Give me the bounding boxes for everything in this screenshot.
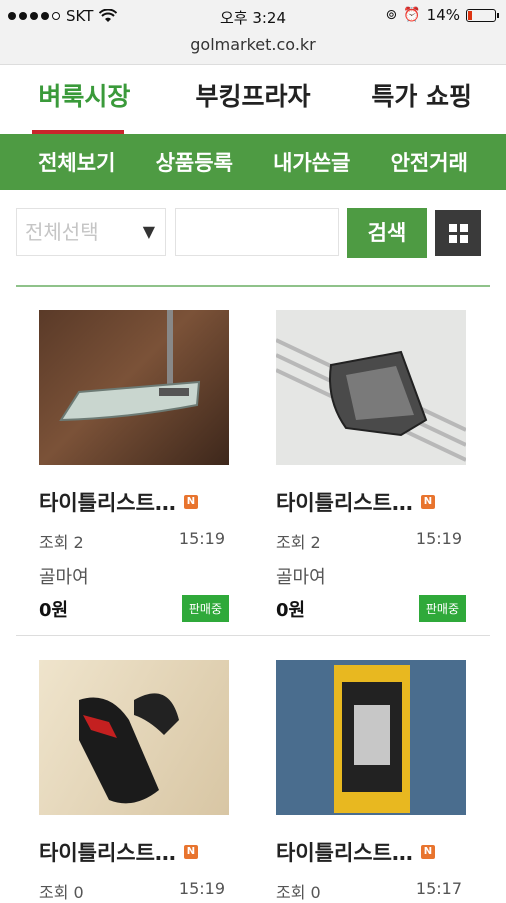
product-card[interactable]: 타이틀리스트… N 조회 0 15:17: [276, 660, 466, 903]
rotation-lock-icon: ⊚: [385, 7, 398, 23]
price: 0원: [39, 599, 69, 621]
new-badge: N: [183, 845, 198, 859]
url-bar[interactable]: golmarket.co.kr: [0, 34, 506, 65]
sub-navigation: 전체보기 상품등록 내가쓴글 안전거래: [0, 134, 506, 190]
product-image-driver-cover[interactable]: [39, 660, 229, 815]
post-time: 15:19: [178, 879, 225, 898]
view-count: 조회 2: [39, 533, 84, 552]
subnav-register-item[interactable]: 상품등록: [156, 147, 233, 177]
battery-icon: [466, 8, 499, 22]
product-card[interactable]: 타이틀리스트… N 조회 0 15:19: [39, 660, 229, 903]
price-row: 0원 판매중: [39, 595, 229, 622]
status-badge: 판매중: [181, 595, 229, 622]
search-input[interactable]: [175, 208, 339, 256]
product-card[interactable]: 타이틀리스트… N 조회 2 15:19 골마여 0원 판매중: [39, 310, 229, 622]
product-card[interactable]: 타이틀리스트… N 조회 2 15:19 골마여 0원 판매중: [276, 310, 466, 622]
product-image-putter[interactable]: [39, 310, 229, 465]
caret-down-icon: ▼: [142, 222, 155, 241]
price-row: 0원 판매중: [276, 595, 466, 622]
new-badge: N: [420, 495, 435, 509]
tab-special-shopping[interactable]: 특가 쇼핑: [337, 66, 506, 134]
tab-booking-plaza[interactable]: 부킹프라자: [169, 66, 338, 134]
main-tabs: 벼룩시장 부킹프라자 특가 쇼핑: [0, 66, 506, 134]
status-right: ⊚ ⏰ 14%: [385, 6, 499, 24]
category-select[interactable]: 전체선택 ▼: [16, 208, 166, 256]
post-time: 15:19: [415, 529, 462, 548]
battery-percent: 14%: [426, 6, 460, 24]
tab-flea-market[interactable]: 벼룩시장: [0, 66, 169, 134]
new-badge: N: [183, 495, 198, 509]
view-count: 조회 2: [276, 533, 321, 552]
status-bar: SKT 오후 3:24 ⊚ ⏰ 14%: [0, 0, 506, 34]
post-time: 15:17: [415, 879, 462, 898]
post-time: 15:19: [178, 529, 225, 548]
subnav-safe-trade[interactable]: 안전거래: [391, 147, 468, 177]
price: 0원: [276, 599, 306, 621]
subnav-view-all[interactable]: 전체보기: [38, 147, 115, 177]
new-badge: N: [420, 845, 435, 859]
product-meta: 조회 0 15:19: [39, 879, 229, 903]
product-title[interactable]: 타이틀리스트… N: [276, 837, 466, 867]
product-title[interactable]: 타이틀리스트… N: [276, 487, 466, 517]
divider: [16, 285, 490, 287]
product-title[interactable]: 타이틀리스트… N: [39, 837, 229, 867]
product-image-packaged-item[interactable]: [276, 660, 466, 815]
grid-view-button[interactable]: [435, 210, 481, 256]
status-badge: 판매중: [418, 595, 466, 622]
product-meta: 조회 2 15:19: [39, 529, 229, 553]
alarm-icon: ⏰: [403, 7, 421, 23]
view-count: 조회 0: [39, 883, 84, 902]
product-title[interactable]: 타이틀리스트… N: [39, 487, 229, 517]
subnav-my-posts[interactable]: 내가쓴글: [273, 147, 350, 177]
seller-name: 골마여: [39, 567, 89, 588]
category-select-value: 전체선택: [25, 220, 99, 244]
product-image-iron[interactable]: [276, 310, 466, 465]
divider: [16, 635, 490, 636]
seller-name: 골마여: [276, 567, 326, 588]
product-meta: 조회 0 15:17: [276, 879, 466, 903]
grid-icon: [448, 223, 457, 232]
search-button[interactable]: 검색: [347, 208, 427, 258]
view-count: 조회 0: [276, 883, 321, 902]
product-meta: 조회 2 15:19: [276, 529, 466, 553]
